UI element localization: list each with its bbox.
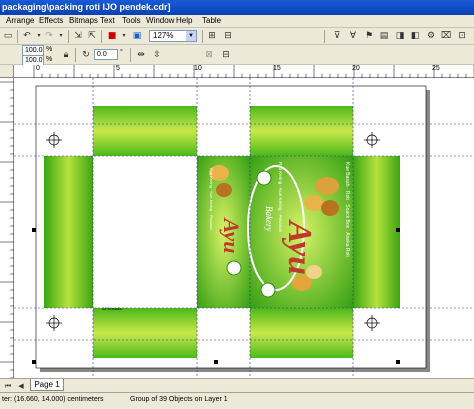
panel-tagline-2: Roti Kering · Kue Kering · Pesanan (278, 162, 283, 233)
toolbar-separator (202, 30, 203, 43)
plugin-icon[interactable]: ⊡ (456, 30, 468, 42)
degree-unit-label: ° (120, 49, 123, 56)
rotate-icon[interactable]: ↻ (80, 49, 92, 61)
symbol-icon[interactable]: ⚑ (363, 30, 375, 42)
menu-text[interactable]: Text (100, 16, 115, 25)
pastry-image (321, 200, 339, 216)
logo-emblem (256, 170, 272, 186)
toolbar-separator (68, 30, 69, 43)
menu-bar: Arrange Effects Bitmaps Text Tools Windo… (0, 15, 474, 28)
logo-emblem (260, 282, 276, 298)
side-tagline: Roti Kering · Kue Kering · Pesanan (209, 168, 214, 230)
pastry-image (304, 195, 324, 211)
bottom-flap-right (250, 308, 353, 358)
rotation-angle-field[interactable]: 0.0 (94, 49, 118, 60)
logo-emblem (226, 260, 242, 276)
percent-unit-label: % (46, 56, 53, 63)
prev-page-icon[interactable]: ◀ (15, 380, 27, 392)
filter-funnel-icon[interactable]: ⊽ (331, 30, 343, 42)
brand-subtitle: Bakery (264, 206, 274, 231)
side-brand-title: Ayu (219, 216, 244, 253)
group-icon[interactable]: ⊠ (203, 49, 215, 61)
ruler-label: 0 (36, 65, 40, 72)
export-icon[interactable]: ⇱ (86, 30, 98, 42)
window-title: packaging\packing roti IJO pendek.cdr] (2, 2, 171, 12)
application-launcher-icon[interactable]: ■ (106, 30, 118, 42)
trim-icon[interactable]: ◧ (409, 30, 421, 42)
top-flap-right (250, 106, 353, 156)
artwork-svg: Ayu Bakery Ayu Kue Basah · Roti · Snack … (14, 78, 474, 378)
bottom-panel (93, 156, 197, 308)
standard-toolbar: ▭ ↶ ▾ ↷ ▾ ⇲ ⇱ ■ ▾ ▣ 127% ▼ ⊞ ⊟ ⊽ Ɐ ⚑ ▤ ◨… (0, 28, 474, 45)
ruler-ticks (33, 65, 474, 78)
welcome-screen-icon[interactable]: ▣ (131, 30, 143, 42)
side-panel-left (44, 156, 93, 308)
import-icon[interactable]: ⇲ (72, 30, 84, 42)
toolbar-separator (75, 48, 76, 62)
redo-icon[interactable]: ↷ (43, 30, 55, 42)
mirror-vertical-icon[interactable]: ⇳ (151, 49, 163, 61)
page-tab-bar: ⏮ ◀ (0, 378, 474, 392)
menu-tools[interactable]: Tools (122, 16, 141, 25)
redo-dropdown-icon[interactable]: ▾ (55, 30, 67, 42)
bottom-flap-left (93, 308, 197, 358)
side-panel-right (353, 156, 400, 308)
menu-effects[interactable]: Effects (39, 16, 63, 25)
envelope-icon[interactable]: ⌧ (440, 30, 452, 42)
percent-unit-label: % (46, 46, 53, 53)
options-icon[interactable]: ⚙ (425, 30, 437, 42)
toolbar-separator (324, 30, 325, 43)
format-text-icon[interactable]: Ɐ (347, 30, 359, 42)
menu-help[interactable]: Help (176, 16, 192, 25)
pastry-image (216, 183, 232, 197)
ruler-ticks (0, 81, 14, 379)
toolbar-separator (101, 30, 102, 43)
snap-guidelines-icon[interactable]: ⊟ (222, 30, 234, 42)
toolbar-separator (130, 48, 131, 62)
copy-icon[interactable]: ▭ (2, 30, 14, 42)
panel-tagline: Kue Basah · Roti · Snack Box · Aneka Rot… (344, 162, 350, 257)
mirror-horizontal-icon[interactable]: ⇹ (135, 49, 147, 61)
shape-tool-icon[interactable]: ◨ (394, 30, 406, 42)
flap-label: Ali Nosadis (102, 306, 122, 311)
snap-grid-icon[interactable]: ⊞ (206, 30, 218, 42)
vertical-ruler[interactable] (0, 78, 14, 380)
menu-bitmaps[interactable]: Bitmaps (69, 16, 98, 25)
ungroup-icon[interactable]: ⊟ (220, 49, 232, 61)
first-page-icon[interactable]: ⏮ (2, 380, 14, 392)
ruler-label: 15 (273, 65, 281, 72)
chevron-down-icon[interactable]: ▼ (186, 31, 196, 41)
menu-table[interactable]: Table (202, 16, 221, 25)
menu-arrange[interactable]: Arrange (6, 16, 34, 25)
ruler-label: 5 (116, 65, 120, 72)
status-bar: ter: (16.660, 14.000) centimeters Group … (0, 392, 474, 409)
menu-window[interactable]: Window (146, 16, 174, 25)
selection-info: Group of 39 Objects on Layer 1 (130, 396, 228, 403)
undo-icon[interactable]: ↶ (21, 30, 33, 42)
pastry-image (315, 177, 339, 195)
zoom-level-select[interactable]: 127% ▼ (149, 30, 197, 42)
property-bar: 100.0 100.0 % % 🔒︎ ↻ 0.0 ° ⇹ ⇳ ⊠ ⊟ (0, 45, 474, 66)
ruler-label: 10 (194, 65, 202, 72)
cursor-coordinates: ter: (16.660, 14.000) centimeters (2, 396, 104, 403)
ruler-corner[interactable] (0, 65, 14, 78)
tab-page-1[interactable]: Page 1 (30, 379, 64, 391)
horizontal-ruler[interactable]: 0 5 10 15 20 25 (14, 65, 474, 78)
ruler-label: 20 (352, 65, 360, 72)
window-title-bar: packaging\packing roti IJO pendek.cdr] (0, 0, 474, 15)
align-distribute-icon[interactable]: ▤ (378, 30, 390, 42)
toolbar-separator (17, 30, 18, 43)
ruler-label: 25 (432, 65, 440, 72)
launcher-dropdown-icon[interactable]: ▾ (118, 30, 130, 42)
lock-ratio-icon[interactable]: 🔒︎ (60, 49, 72, 61)
top-flap-left (93, 106, 197, 156)
drawing-canvas[interactable]: Ayu Bakery Ayu Kue Basah · Roti · Snack … (14, 78, 474, 378)
zoom-level-value: 127% (153, 31, 174, 40)
brand-title: Ayu (281, 219, 318, 275)
